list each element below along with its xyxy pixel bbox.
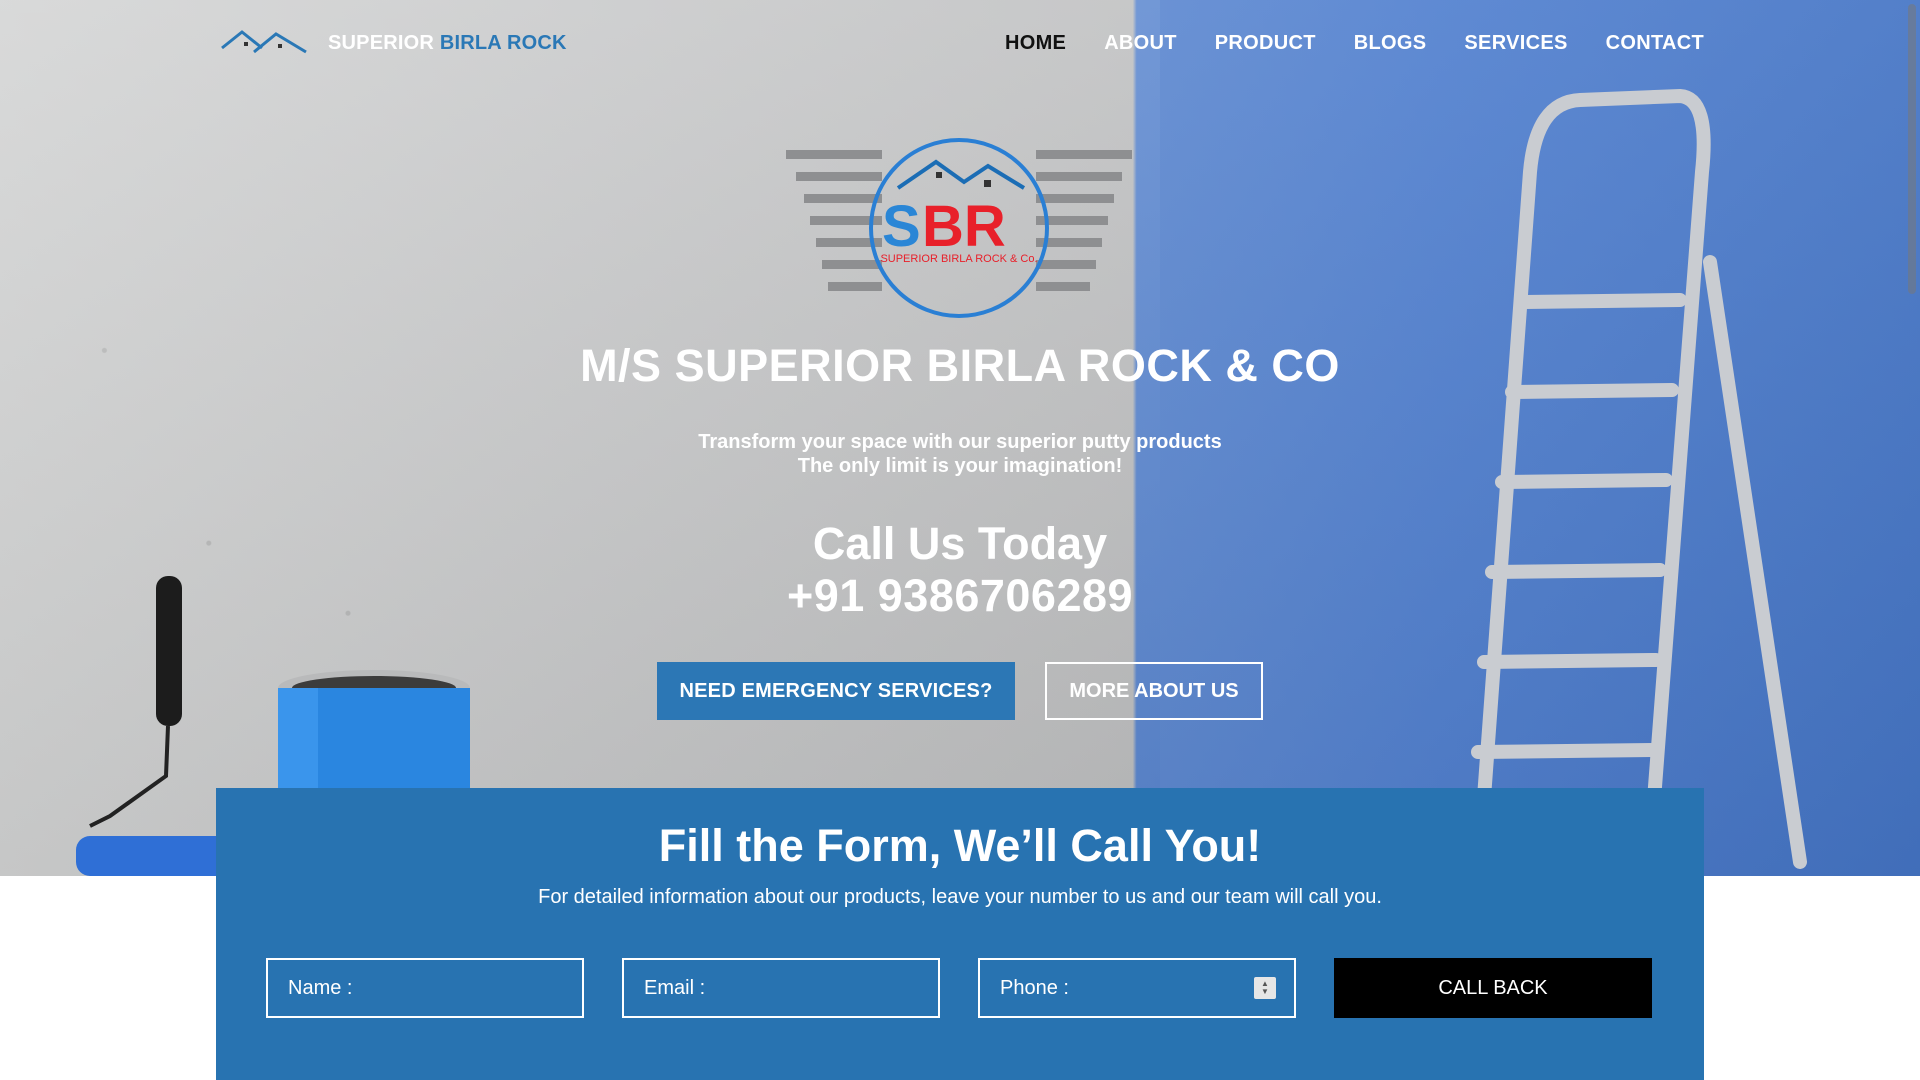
form-subtitle: For detailed information about our produ…	[538, 886, 1382, 908]
nav-home[interactable]: HOME	[1005, 32, 1066, 55]
top-navigation: SUPERIOR BIRLA ROCK HOME ABOUT PRODUCT B…	[0, 0, 1920, 88]
brand[interactable]: SUPERIOR BIRLA ROCK	[220, 26, 567, 60]
main-menu: HOME ABOUT PRODUCT BLOGS SERVICES CONTAC…	[1005, 32, 1704, 55]
call-back-button[interactable]: CALL BACK	[1334, 958, 1652, 1018]
hero-text: M/S SUPERIOR BIRLA ROCK & CO Transform y…	[0, 340, 1920, 622]
sbr-logo: S BR SUPERIOR BIRLA ROCK & Co.	[786, 138, 1132, 318]
brand-name: SUPERIOR BIRLA ROCK	[328, 32, 567, 55]
cta-buttons: NEED EMERGENCY SERVICES? MORE ABOUT US	[0, 662, 1920, 720]
phone-number[interactable]: +91 9386706289	[0, 570, 1920, 622]
call-us-title: Call Us Today	[812, 518, 1108, 569]
brand-name-part2: BIRLA ROCK	[439, 31, 567, 54]
nav-services[interactable]: SERVICES	[1464, 32, 1567, 55]
nav-about[interactable]: ABOUT	[1104, 32, 1177, 55]
logo-ring-text: SUPERIOR BIRLA ROCK & Co.	[880, 253, 1037, 265]
number-spinner-icon[interactable]: ▲ ▼	[1254, 977, 1276, 999]
scrollbar-thumb[interactable]	[1908, 4, 1916, 294]
form-fields: ▲▼ CALL BACK	[266, 958, 1652, 1018]
emergency-services-button[interactable]: NEED EMERGENCY SERVICES?	[657, 662, 1015, 720]
name-field[interactable]	[266, 958, 584, 1018]
nav-blogs[interactable]: BLOGS	[1354, 32, 1427, 55]
callback-form-panel: Fill the Form, We’ll Call You! For detai…	[216, 788, 1704, 1080]
house-roof-icon	[221, 30, 307, 54]
phone-field[interactable]	[978, 958, 1296, 1018]
tagline-line-1: Transform your space with our superior p…	[698, 431, 1222, 453]
logo-letters-blue: S	[882, 194, 921, 259]
more-about-us-button[interactable]: MORE ABOUT US	[1045, 662, 1263, 720]
nav-contact[interactable]: CONTACT	[1606, 32, 1704, 55]
form-title: Fill the Form, We’ll Call You!	[658, 820, 1262, 871]
phone-field-wrapper: ▲▼	[978, 958, 1296, 1018]
page-scrollbar[interactable]	[1902, 0, 1920, 1080]
logo-letters-red: BR	[922, 194, 1006, 259]
brand-name-part1: SUPERIOR	[328, 31, 440, 54]
email-field[interactable]	[622, 958, 940, 1018]
nav-product[interactable]: PRODUCT	[1215, 32, 1316, 55]
tagline: Transform your space with our superior p…	[0, 430, 1920, 478]
tagline-line-2: The only limit is your imagination!	[797, 455, 1123, 477]
company-name: M/S SUPERIOR BIRLA ROCK & CO	[580, 340, 1340, 391]
